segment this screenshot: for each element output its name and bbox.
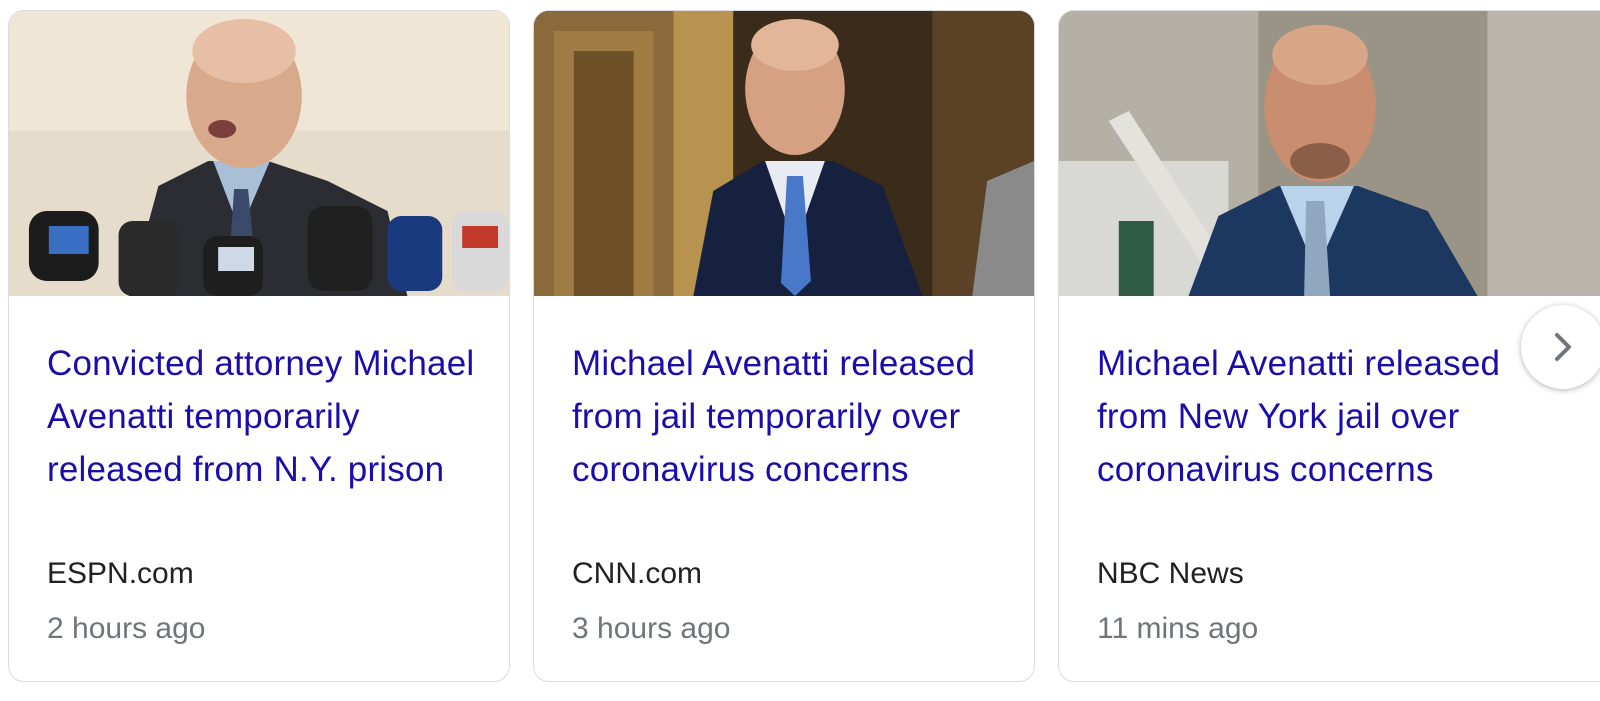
news-timestamp: 11 mins ago <box>1097 612 1259 645</box>
news-thumbnail[interactable] <box>534 11 1034 296</box>
news-card[interactable]: Michael Avenatti released from jail temp… <box>533 10 1035 682</box>
news-timestamp: 2 hours ago <box>47 612 206 645</box>
news-timestamp: 3 hours ago <box>572 612 731 645</box>
news-headline[interactable]: Michael Avenatti released from New York … <box>1097 337 1537 496</box>
news-headline[interactable]: Convicted attorney Michael Avenatti temp… <box>47 337 487 496</box>
news-card[interactable]: Michael Avenatti released from New York … <box>1058 10 1600 682</box>
news-card[interactable]: Convicted attorney Michael Avenatti temp… <box>8 10 510 682</box>
news-thumbnail[interactable] <box>9 11 509 296</box>
news-thumbnail[interactable] <box>1059 11 1600 296</box>
chevron-right-icon <box>1555 333 1571 361</box>
news-source: ESPN.com <box>47 557 194 590</box>
news-source: CNN.com <box>572 557 703 590</box>
news-headline[interactable]: Michael Avenatti released from jail temp… <box>572 337 1012 496</box>
top-stories-carousel: Convicted attorney Michael Avenatti temp… <box>0 0 1600 701</box>
carousel-next-button[interactable] <box>1521 305 1600 389</box>
news-source: NBC News <box>1097 557 1244 590</box>
